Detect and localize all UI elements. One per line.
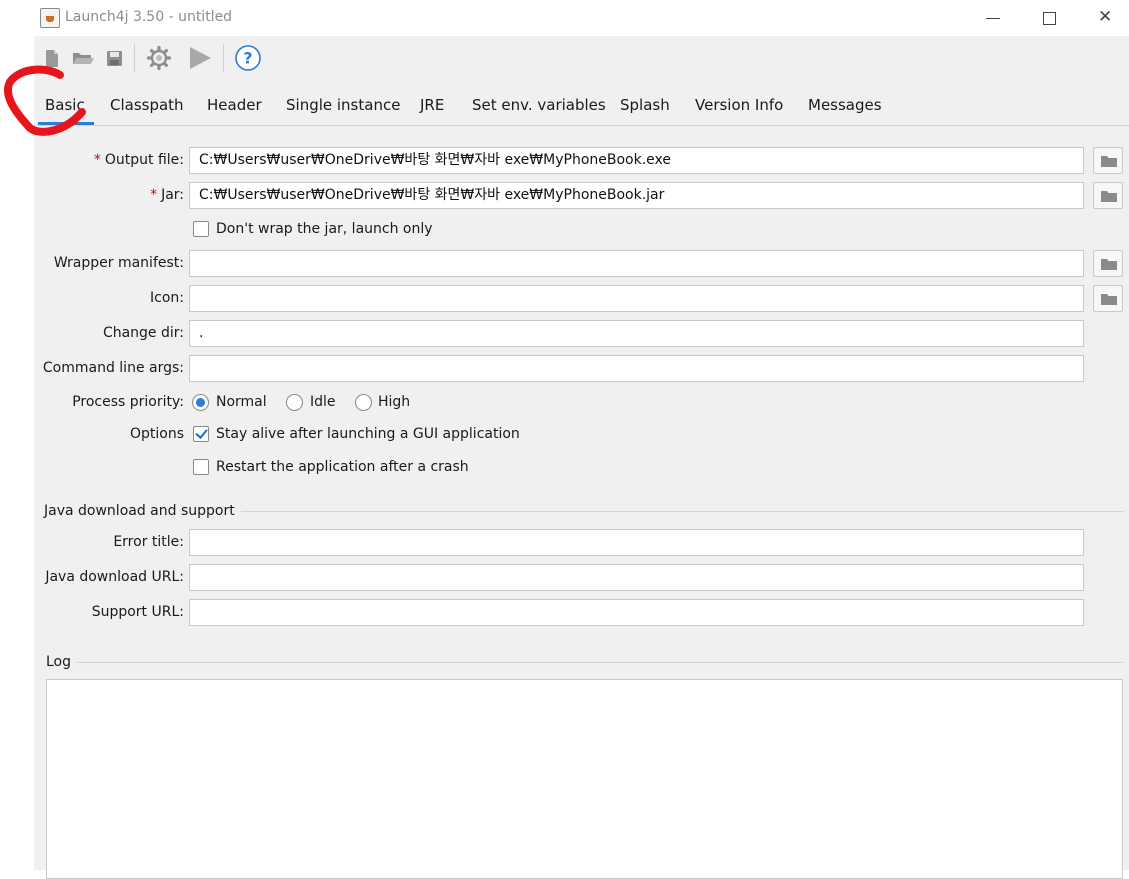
cmd-args-field[interactable] [189,355,1084,382]
tab-single-instance[interactable]: Single instance [286,96,400,114]
tab-messages[interactable]: Messages [808,96,882,114]
folder-icon [1101,156,1117,167]
jar-field[interactable]: C:₩Users₩user₩OneDrive₩바탕 화면₩자바 exe₩MyPh… [189,182,1084,209]
wrapper-manifest-field[interactable] [189,250,1084,277]
change-dir-label: Change dir: [102,325,184,341]
wrapper-manifest-browse-button[interactable] [1093,250,1123,277]
tab-bar: Basic Classpath Header Single instance J… [34,88,1129,126]
java-download-url-field[interactable] [189,564,1084,591]
tab-header[interactable]: Header [207,96,262,114]
maximize-button[interactable] [1026,0,1072,36]
log-group-title: Log [46,654,78,670]
minimize-button[interactable] [970,0,1016,36]
change-dir-field[interactable]: . [189,320,1084,347]
tab-splash[interactable]: Splash [620,96,670,114]
save-icon[interactable] [100,44,128,72]
folder-icon [1101,191,1117,202]
build-gear-icon[interactable] [145,44,173,72]
main-panel: ? Basic Classpath Header Single instance… [34,36,1129,879]
java-download-url-label: Java download URL: [45,569,184,585]
output-file-label: * Output file: [93,152,184,168]
cmd-args-label: Command line args: [42,360,184,376]
jar-label: * Jar: [150,187,184,203]
tab-basic[interactable]: Basic [45,96,85,114]
svg-text:?: ? [243,49,252,68]
help-icon[interactable]: ? [234,44,262,72]
options-label: Options [129,426,184,442]
tab-jre[interactable]: JRE [420,96,444,114]
process-priority-label: Process priority: [72,394,184,410]
java-download-group-title: Java download and support [44,503,241,519]
maximize-icon [1043,12,1056,25]
folder-icon [1101,259,1117,270]
close-icon: ✕ [1098,7,1113,27]
restart-label: Restart the application after a crash [216,459,469,475]
icon-browse-button[interactable] [1093,285,1123,312]
jar-browse-button[interactable] [1093,182,1123,209]
restart-checkbox[interactable] [193,459,209,475]
window-title: Launch4j 3.50 - untitled [65,9,233,25]
priority-normal-label: Normal [216,394,267,410]
run-play-icon[interactable] [185,44,213,72]
error-title-field[interactable] [189,529,1084,556]
new-file-icon[interactable] [38,44,66,72]
support-url-label: Support URL: [91,604,184,620]
wrapper-manifest-label: Wrapper manifest: [53,255,184,271]
log-textarea[interactable] [46,679,1123,879]
active-tab-indicator [38,122,94,125]
priority-idle-radio[interactable] [286,394,303,411]
priority-normal-radio[interactable] [192,394,209,411]
folder-icon [1101,294,1117,305]
stay-alive-checkbox[interactable] [193,426,209,442]
icon-label: Icon: [150,290,184,306]
close-button[interactable]: ✕ [1084,0,1129,36]
open-folder-icon[interactable] [69,44,97,72]
required-marker: * [150,187,158,203]
priority-high-label: High [378,394,411,410]
toolbar: ? [34,36,1129,80]
title-bar: Launch4j 3.50 - untitled ✕ [0,0,1129,36]
required-marker: * [93,152,101,168]
stay-alive-label: Stay alive after launching a GUI applica… [216,426,520,442]
icon-field[interactable] [189,285,1084,312]
output-file-browse-button[interactable] [1093,147,1123,174]
tab-version-info[interactable]: Version Info [695,96,783,114]
priority-idle-label: Idle [310,394,336,410]
minimize-icon [986,18,1000,19]
dont-wrap-label: Don't wrap the jar, launch only [216,221,433,237]
error-title-label: Error title: [113,534,184,550]
tab-set-env-variables[interactable]: Set env. variables [472,96,606,114]
dont-wrap-checkbox[interactable] [193,221,209,237]
java-app-icon [40,8,60,28]
priority-high-radio[interactable] [355,394,372,411]
tab-classpath[interactable]: Classpath [110,96,184,114]
output-file-field[interactable]: C:₩Users₩user₩OneDrive₩바탕 화면₩자바 exe₩MyPh… [189,147,1084,174]
support-url-field[interactable] [189,599,1084,626]
